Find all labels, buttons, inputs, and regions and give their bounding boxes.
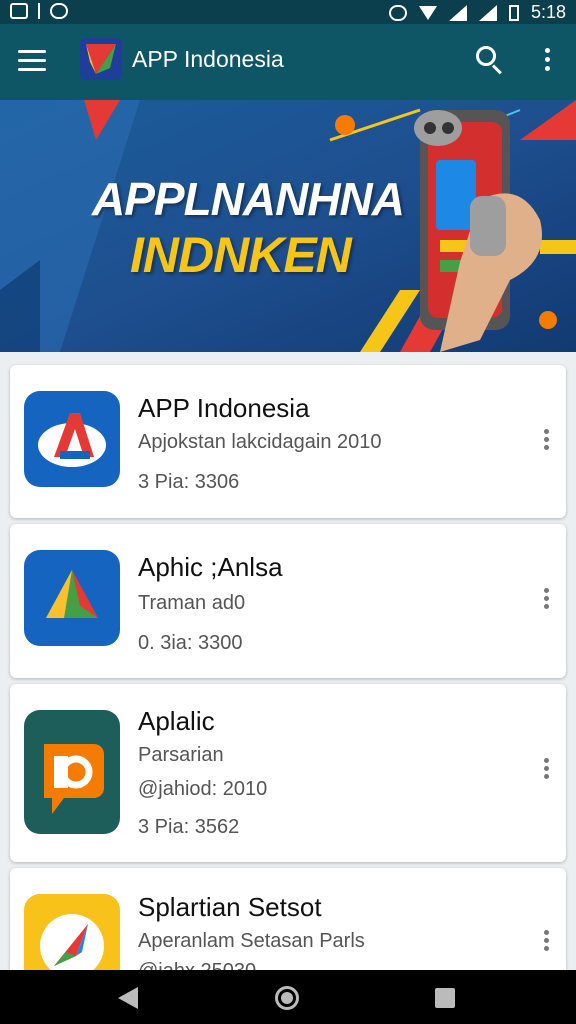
chat-notification-icon <box>50 3 68 19</box>
search-icon[interactable] <box>474 44 506 76</box>
more-vert-icon[interactable] <box>540 930 552 956</box>
recents-icon[interactable] <box>435 988 455 1008</box>
app-subtitle: Parsarian <box>138 744 224 766</box>
more-vert-icon[interactable] <box>540 758 552 784</box>
app-name: APP Indonesia <box>138 393 310 423</box>
list-item[interactable]: APP Indonesia Apjokstan lakcidagain 2010… <box>10 365 566 518</box>
signal-icon <box>448 4 467 21</box>
status-time: 5:18 <box>530 2 566 22</box>
more-vert-icon[interactable] <box>540 429 552 455</box>
more-vert-icon[interactable] <box>540 48 554 74</box>
home-icon[interactable] <box>275 986 299 1010</box>
signal-icon-2 <box>478 4 497 21</box>
list-item[interactable]: Splartian Setsot Aperanlam Setasan Parls… <box>10 868 566 970</box>
list-item[interactable]: Aplalic Parsarian @jahiod: 2010 3 Pia: 3… <box>10 684 566 862</box>
app-icon-app-indonesia <box>24 391 120 487</box>
app-icon-splartian-setsot <box>24 894 120 970</box>
app-title: APP Indonesia <box>132 46 284 72</box>
app-bar: APP Indonesia <box>0 24 576 100</box>
app-logo-icon <box>80 38 122 80</box>
menu-icon[interactable] <box>18 50 46 72</box>
app-meta: 3 Pia: 3306 <box>138 471 240 493</box>
app-meta: @jahx 25030 <box>138 960 256 970</box>
back-icon[interactable] <box>118 987 138 1009</box>
sync-icon <box>388 4 407 21</box>
promo-banner[interactable]: APPLNANHNA INDNKEN <box>0 100 576 352</box>
app-name: Aphic ;Anlsa <box>138 552 283 582</box>
app-subtitle: Traman ad0 <box>138 592 246 614</box>
banner-headline: APPLNANHNA <box>92 173 405 225</box>
banner-subheadline: INDNKEN <box>130 227 352 283</box>
status-bar: 5:18 <box>0 0 576 24</box>
wifi-icon <box>418 5 437 20</box>
app-icon-aphic-anlsa <box>24 550 120 646</box>
app-subtitle: Apjokstan lakcidagain 2010 <box>138 431 382 453</box>
status-separator <box>38 3 40 19</box>
app-name: Splartian Setsot <box>138 892 322 922</box>
more-vert-icon[interactable] <box>540 588 552 614</box>
app-name: Aplalic <box>138 706 215 736</box>
app-meta: 0. 3ia: 3300 <box>138 632 243 654</box>
app-subtitle: Aperanlam Setasan Parls <box>138 930 365 952</box>
battery-icon <box>508 4 519 21</box>
app-meta: @jahiod: 2010 <box>138 778 268 800</box>
list-item[interactable]: Aphic ;Anlsa Traman ad0 0. 3ia: 3300 <box>10 524 566 678</box>
gallery-notification-icon <box>10 3 28 19</box>
app-icon-aplalic <box>24 710 120 834</box>
system-nav-bar <box>0 970 576 1024</box>
app-meta-2: 3 Pia: 3562 <box>138 816 240 838</box>
